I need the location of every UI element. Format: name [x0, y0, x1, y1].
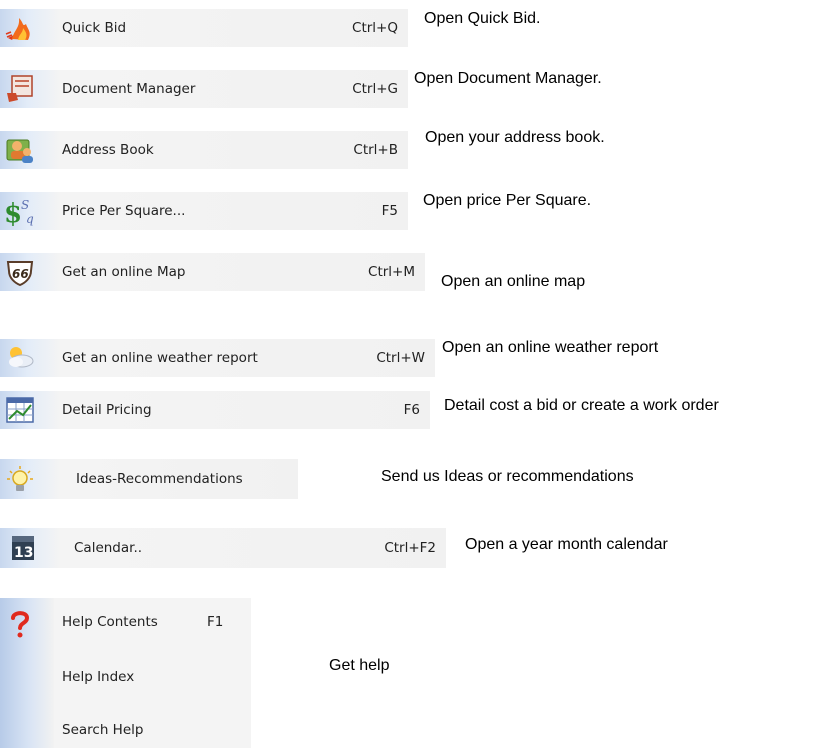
menu-item-label: Ideas-Recommendations — [76, 471, 243, 487]
menu-item-label: Address Book — [62, 142, 154, 158]
svg-text:66: 66 — [12, 267, 29, 281]
flame-icon — [4, 12, 36, 44]
online-map-description: Open an online map — [441, 273, 586, 290]
menu-item-label: Quick Bid — [62, 20, 127, 36]
menu-item-document-manager[interactable]: Document Manager Ctrl+G — [0, 70, 408, 108]
menu-item-shortcut: Ctrl+W — [376, 350, 425, 366]
weather-cloud-icon — [4, 342, 36, 374]
help-description: Get help — [329, 657, 390, 674]
menu-item-label: Price Per Square... — [62, 203, 186, 219]
menu-item-quick-bid[interactable]: Quick Bid Ctrl+Q — [0, 9, 408, 47]
menu-item-shortcut: Ctrl+Q — [352, 20, 398, 36]
menu-item-label: Document Manager — [62, 81, 196, 97]
online-weather-description: Open an online weather report — [442, 339, 659, 356]
address-book-description: Open your address book. — [425, 129, 605, 146]
address-book-icon — [4, 134, 36, 166]
svg-text:$: $ — [4, 199, 22, 227]
menu-item-detail-pricing[interactable]: Detail Pricing F6 — [0, 391, 430, 429]
svg-text:S: S — [21, 198, 29, 212]
menu-item-calendar[interactable]: 13 Calendar.. Ctrl+F2 — [0, 528, 446, 568]
question-mark-icon — [4, 608, 36, 640]
price-per-square-icon: $ S q — [4, 195, 36, 227]
search-help-item[interactable]: Search Help — [62, 722, 143, 742]
document-manager-description: Open Document Manager. — [414, 70, 602, 87]
menu-item-price-per-square[interactable]: $ S q Price Per Square... F5 — [0, 192, 408, 230]
help-item-label: Search Help — [62, 722, 144, 738]
ideas-recommendations-description: Send us Ideas or recommendations — [381, 468, 634, 485]
svg-text:q: q — [26, 212, 34, 226]
price-per-square-description: Open price Per Square. — [423, 192, 592, 209]
help-item-label: Help Index — [62, 669, 135, 685]
document-manager-icon — [4, 73, 36, 105]
menu-item-shortcut: F6 — [403, 402, 420, 418]
quick-bid-description: Open Quick Bid. — [424, 10, 541, 27]
lightbulb-icon — [4, 463, 36, 495]
menu-item-label: Detail Pricing — [62, 402, 152, 418]
calendar-icon-day: 13 — [14, 545, 33, 561]
help-item-label: Help Contents — [62, 614, 158, 630]
help-index-item[interactable]: Help Index — [62, 669, 134, 689]
help-item-shortcut: F1 — [207, 614, 224, 630]
route-66-map-icon: 66 — [4, 256, 36, 288]
detail-pricing-description: Detail cost a bid or create a work order — [444, 397, 719, 414]
menu-item-shortcut: Ctrl+F2 — [384, 540, 436, 556]
menu-item-address-book[interactable]: Address Book Ctrl+B — [0, 131, 408, 169]
menu-item-shortcut: Ctrl+B — [353, 142, 398, 158]
menu-item-label: Get an online Map — [62, 264, 186, 280]
menu-item-shortcut: F5 — [381, 203, 398, 219]
chart-pricing-icon — [4, 394, 36, 426]
help-contents-item[interactable]: Help Contents F1 — [62, 614, 223, 634]
menu-item-ideas-recommendations[interactable]: Ideas-Recommendations — [0, 459, 298, 499]
menu-item-shortcut: Ctrl+M — [368, 264, 415, 280]
calendar-description: Open a year month calendar — [465, 536, 668, 553]
calendar-icon: 13 — [4, 532, 36, 564]
menu-item-online-map[interactable]: 66 Get an online Map Ctrl+M — [0, 253, 425, 291]
menu-item-shortcut: Ctrl+G — [352, 81, 398, 97]
help-menu-panel: Help Contents F1 Help Index Search Help — [0, 598, 251, 748]
menu-item-online-weather[interactable]: Get an online weather report Ctrl+W — [0, 339, 435, 377]
menu-item-label: Calendar.. — [74, 540, 143, 556]
menu-item-label: Get an online weather report — [62, 350, 258, 366]
